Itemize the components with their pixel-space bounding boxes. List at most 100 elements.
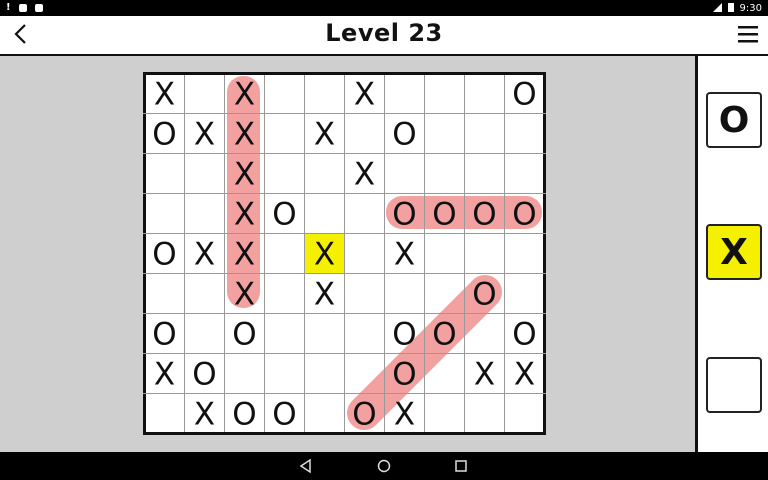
board-cell[interactable]: O [385, 314, 425, 354]
board-cell[interactable]: X [225, 274, 265, 314]
board-cell[interactable] [385, 154, 425, 194]
board-cell[interactable] [505, 154, 545, 194]
board-cell[interactable] [425, 234, 465, 274]
board-cell[interactable]: O [225, 314, 265, 354]
board-cell[interactable] [425, 154, 465, 194]
board-cell[interactable]: X [225, 194, 265, 234]
board-cell[interactable] [385, 74, 425, 114]
board-cell[interactable]: O [425, 194, 465, 234]
board-cell[interactable]: X [185, 394, 225, 434]
board-cell[interactable] [465, 114, 505, 154]
board-cell[interactable] [305, 194, 345, 234]
board-cell[interactable] [345, 114, 385, 154]
board-cell[interactable]: X [145, 74, 185, 114]
board-cell[interactable] [305, 314, 345, 354]
board-cell[interactable] [505, 234, 545, 274]
board-cell[interactable]: O [425, 314, 465, 354]
board-cell[interactable] [145, 274, 185, 314]
board-cell[interactable] [265, 234, 305, 274]
board-cell[interactable] [465, 234, 505, 274]
board-cell[interactable]: X [225, 114, 265, 154]
puzzle-board[interactable]: XXXOOXXXOXXXOOOOOOXXXXXXOOOOOOXOOXXXOOOX [143, 72, 546, 435]
board-cell[interactable]: O [385, 194, 425, 234]
board-cell[interactable] [505, 394, 545, 434]
board-cell[interactable] [145, 394, 185, 434]
board-cell[interactable] [505, 114, 545, 154]
hamburger-menu-icon[interactable] [736, 23, 760, 45]
board-grid[interactable]: X X X OO X X X OX XX O O O O OO X X X XX X OO O O O OX O O X XX O O O X [143, 72, 546, 435]
board-cell[interactable] [185, 74, 225, 114]
clear-cell-button[interactable] [706, 357, 762, 413]
board-cell[interactable]: O [265, 394, 305, 434]
board-cell[interactable] [305, 354, 345, 394]
board-cell[interactable] [185, 274, 225, 314]
board-cell[interactable]: X [385, 234, 425, 274]
board-cell[interactable] [425, 274, 465, 314]
board-cell[interactable] [425, 354, 465, 394]
x-mark: X [234, 197, 255, 233]
board-cell[interactable] [345, 354, 385, 394]
board-cell[interactable] [265, 154, 305, 194]
board-cell[interactable] [265, 274, 305, 314]
board-cell[interactable]: O [225, 394, 265, 434]
board-cell[interactable] [305, 394, 345, 434]
board-cell[interactable] [185, 194, 225, 234]
board-cell[interactable]: O [385, 114, 425, 154]
board-cell[interactable] [185, 314, 225, 354]
board-cell[interactable]: X [345, 154, 385, 194]
place-x-button[interactable]: X [706, 224, 762, 280]
board-cell[interactable] [145, 194, 185, 234]
board-cell[interactable] [265, 314, 305, 354]
board-cell[interactable] [385, 274, 425, 314]
board-cell[interactable]: X [304, 233, 345, 274]
board-cell[interactable]: X [145, 354, 185, 394]
board-cell[interactable]: X [225, 74, 265, 114]
board-cell[interactable]: O [465, 194, 505, 234]
board-cell[interactable]: X [345, 74, 385, 114]
board-cell[interactable] [225, 354, 265, 394]
board-cell[interactable]: O [185, 354, 225, 394]
board-cell[interactable]: X [185, 234, 225, 274]
board-cell[interactable] [305, 154, 345, 194]
board-cell[interactable]: O [505, 74, 545, 114]
board-cell[interactable]: O [265, 194, 305, 234]
board-cell[interactable] [345, 194, 385, 234]
board-cell[interactable] [465, 394, 505, 434]
board-cell[interactable] [465, 74, 505, 114]
board-cell[interactable] [345, 314, 385, 354]
nav-recents-icon[interactable] [453, 458, 469, 474]
board-cell[interactable]: O [465, 274, 505, 314]
board-cell[interactable] [425, 114, 465, 154]
board-cell[interactable]: X [225, 234, 265, 274]
board-cell[interactable] [265, 74, 305, 114]
board-cell[interactable]: X [305, 274, 345, 314]
board-cell[interactable]: X [505, 354, 545, 394]
board-cell[interactable] [265, 114, 305, 154]
place-o-button[interactable]: O [706, 92, 762, 148]
board-cell[interactable]: O [145, 234, 185, 274]
board-cell[interactable]: O [385, 354, 425, 394]
board-cell[interactable] [345, 234, 385, 274]
board-cell[interactable]: X [465, 354, 505, 394]
board-cell[interactable] [345, 274, 385, 314]
board-cell[interactable]: X [385, 394, 425, 434]
board-cell[interactable]: O [145, 114, 185, 154]
board-cell[interactable] [505, 274, 545, 314]
board-cell[interactable] [145, 154, 185, 194]
nav-home-icon[interactable] [376, 458, 392, 474]
board-cell[interactable] [305, 74, 345, 114]
board-cell[interactable]: O [145, 314, 185, 354]
board-cell[interactable] [425, 394, 465, 434]
board-cell[interactable]: O [505, 314, 545, 354]
board-cell[interactable]: X [225, 154, 265, 194]
board-cell[interactable]: X [305, 114, 345, 154]
board-cell[interactable]: X [185, 114, 225, 154]
board-cell[interactable]: O [505, 194, 545, 234]
board-cell[interactable] [185, 154, 225, 194]
board-cell[interactable]: O [345, 394, 385, 434]
board-cell[interactable] [425, 74, 465, 114]
nav-back-icon[interactable] [298, 458, 314, 474]
board-cell[interactable] [465, 154, 505, 194]
board-cell[interactable] [265, 354, 305, 394]
board-cell[interactable] [465, 314, 505, 354]
